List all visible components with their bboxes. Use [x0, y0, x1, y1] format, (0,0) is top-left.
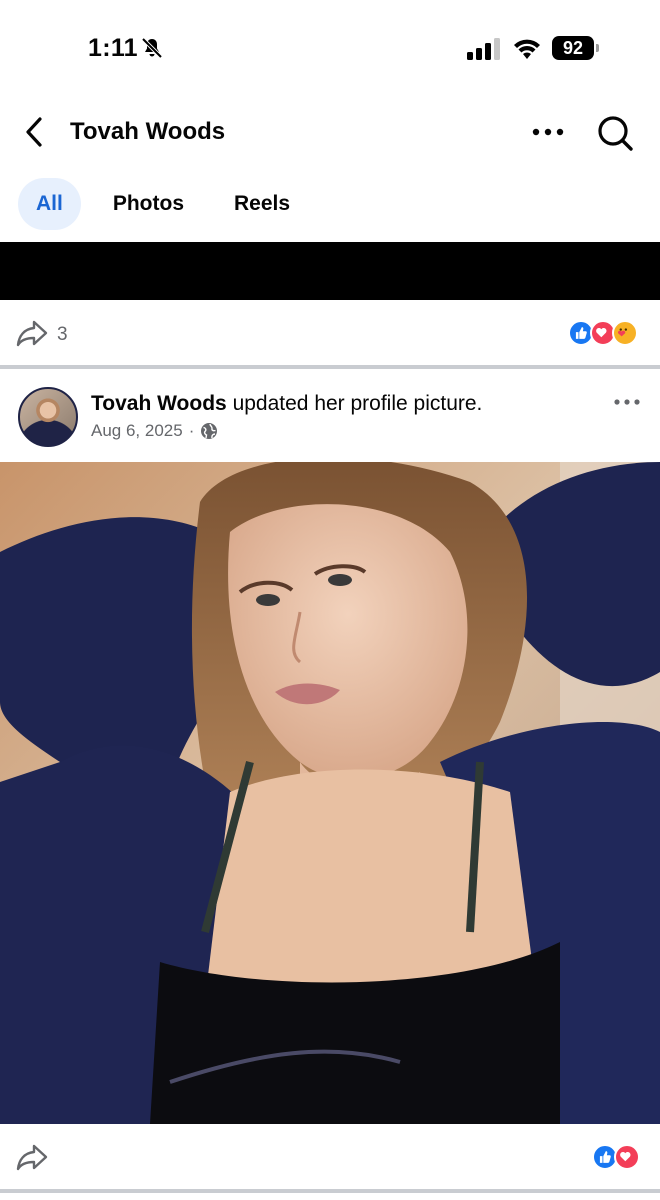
- globe-icon: [201, 423, 218, 439]
- post-author[interactable]: Tovah Woods: [91, 392, 227, 415]
- post-more-icon[interactable]: [612, 395, 642, 409]
- share-count[interactable]: 3: [57, 324, 68, 346]
- avatar[interactable]: [18, 387, 78, 447]
- status-time: 1:11: [88, 34, 138, 62]
- share-icon[interactable]: [16, 318, 48, 348]
- post-divider: [0, 365, 660, 369]
- profile-header: Tovah Woods: [0, 100, 660, 164]
- post-date[interactable]: Aug 6, 2025: [91, 421, 183, 441]
- back-icon[interactable]: [18, 114, 52, 150]
- signal-icon: [467, 38, 500, 60]
- filter-tabs: All Photos Reels: [18, 178, 308, 230]
- tab-reels[interactable]: Reels: [216, 178, 308, 230]
- profile-photo[interactable]: [0, 462, 660, 1124]
- post-headline: Tovah Woods updated her profile picture.: [91, 392, 482, 416]
- post-divider: [0, 1189, 660, 1193]
- tab-photos[interactable]: Photos: [95, 178, 202, 230]
- post-actions: [0, 1126, 660, 1190]
- love-reaction-icon: [614, 1144, 640, 1170]
- previous-post-actions: 3: [0, 302, 660, 366]
- battery-cap: [596, 44, 599, 52]
- share-icon[interactable]: [16, 1142, 48, 1172]
- care-reaction-icon: [612, 320, 638, 346]
- tab-all[interactable]: All: [18, 178, 81, 230]
- bell-slash-icon: [141, 37, 163, 59]
- search-icon[interactable]: [596, 114, 634, 152]
- meta-separator: ·: [188, 421, 195, 440]
- page-title: Tovah Woods: [70, 118, 226, 145]
- status-bar: 1:11 92: [0, 0, 660, 96]
- profile-photo-illustration: [0, 462, 660, 1124]
- post-meta: Aug 6, 2025 ·: [91, 421, 218, 441]
- post-action-text: updated her profile picture.: [226, 392, 483, 415]
- more-icon[interactable]: [530, 122, 566, 142]
- wifi-icon: [514, 39, 540, 59]
- battery-icon: 92: [552, 36, 600, 60]
- battery-level: 92: [552, 36, 594, 60]
- previous-post-media[interactable]: [0, 242, 660, 300]
